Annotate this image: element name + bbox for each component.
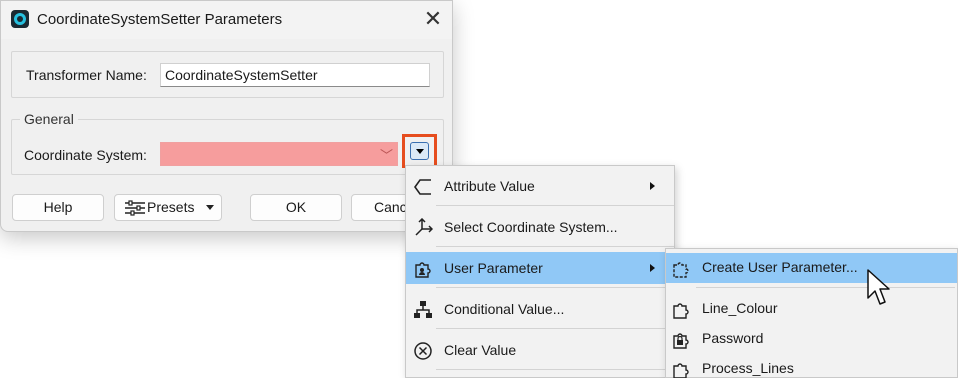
menu-separator [436, 328, 674, 329]
menu-item-label: Conditional Value... [444, 301, 565, 317]
ok-button[interactable]: OK [250, 194, 342, 221]
parameter-context-menu: Attribute Value Select Coordinate System… [405, 165, 675, 378]
submenu-item-label: Create User Parameter... [702, 259, 858, 275]
coordinate-axes-icon [415, 218, 433, 236]
title-bar[interactable]: CoordinateSystemSetter Parameters ✕ [1, 1, 452, 39]
menu-separator [696, 287, 955, 288]
submenu-item-label: Process_Lines [702, 360, 794, 376]
user-parameter-submenu: Create User Parameter... Line_Colour Pas… [665, 248, 958, 378]
submenu-item-process-lines[interactable]: Process_Lines [666, 354, 957, 378]
help-button[interactable]: Help [12, 194, 104, 221]
parameters-dialog: CoordinateSystemSetter Parameters ✕ Tran… [0, 0, 453, 232]
clear-circle-x-icon [414, 342, 432, 360]
menu-item-label: Attribute Value [444, 178, 535, 194]
attribute-value-icon [414, 179, 431, 195]
menu-item-attribute-value[interactable]: Attribute Value [406, 170, 674, 202]
fme-workbench-icon [11, 10, 29, 28]
transformer-name-input[interactable]: CoordinateSystemSetter [160, 63, 430, 87]
dialog-title: CoordinateSystemSetter Parameters [37, 11, 283, 28]
puzzle-plus-icon [673, 262, 689, 278]
submenu-item-create-user-parameter[interactable]: Create User Parameter... [666, 253, 957, 283]
submenu-item-label: Line_Colour [702, 300, 778, 316]
conditional-tree-icon [414, 301, 432, 318]
menu-separator [436, 287, 674, 288]
menu-item-user-parameter[interactable]: User Parameter [406, 252, 674, 284]
puzzle-icon [673, 303, 689, 319]
submenu-item-password[interactable]: Password [666, 324, 957, 354]
user-parameter-icon [415, 262, 431, 278]
general-legend: General [20, 111, 78, 127]
parameter-menu-button-highlight [402, 134, 437, 168]
mouse-pointer-icon [867, 269, 890, 305]
transformer-name-label: Transformer Name: [26, 67, 147, 83]
menu-item-label: Clear Value [444, 342, 517, 358]
menu-separator [436, 205, 674, 206]
submenu-arrow-icon [650, 264, 655, 272]
menu-item-conditional-value[interactable]: Conditional Value... [406, 293, 674, 325]
coordinate-system-field[interactable] [160, 142, 398, 166]
submenu-item-line-colour[interactable]: Line_Colour [666, 294, 957, 324]
puzzle-lock-icon [673, 333, 689, 349]
menu-separator [436, 246, 674, 247]
presets-button[interactable]: Presets [114, 194, 222, 221]
caret-down-icon [206, 205, 214, 210]
close-icon[interactable]: ✕ [422, 8, 444, 30]
menu-item-clear-value[interactable]: Clear Value [406, 334, 674, 366]
coordinate-system-label: Coordinate System: [24, 147, 147, 163]
menu-item-select-coordinate-system[interactable]: Select Coordinate System... [406, 211, 674, 243]
parameter-menu-button[interactable] [410, 142, 429, 160]
puzzle-icon [673, 363, 689, 378]
sliders-icon [125, 200, 145, 216]
menu-separator [436, 369, 674, 370]
menu-item-label: User Parameter [444, 260, 543, 276]
menu-item-label: Select Coordinate System... [444, 219, 618, 235]
submenu-item-label: Password [702, 330, 764, 346]
presets-label: Presets [147, 199, 195, 215]
chevron-down-icon[interactable]: ﹀ [380, 145, 393, 164]
submenu-arrow-icon [650, 182, 655, 190]
